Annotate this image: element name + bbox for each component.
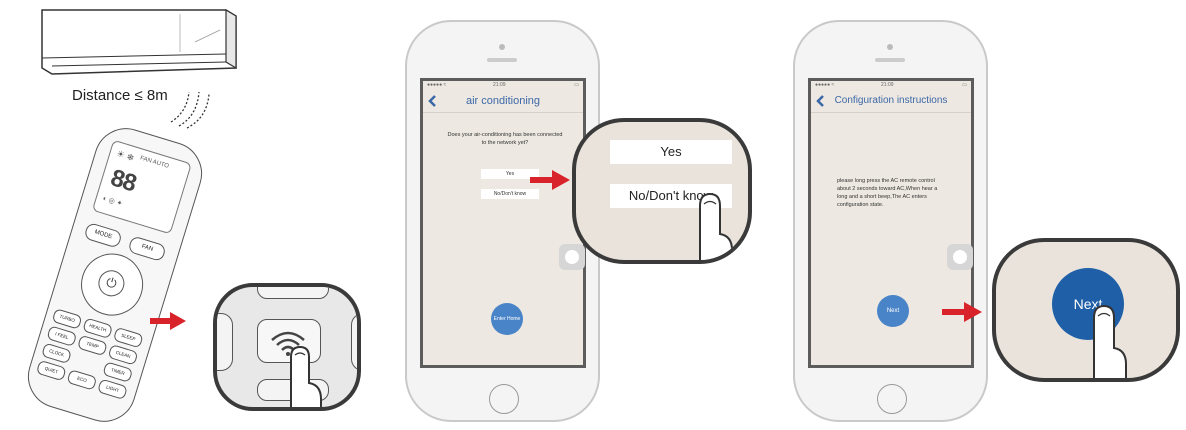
phone-step3: ●●●●● ≈ 21:09 ▭ Configuration instructio… xyxy=(793,20,988,422)
home-button-icon[interactable] xyxy=(489,384,519,414)
status-time: 21:09 xyxy=(493,82,506,88)
air-conditioner-icon xyxy=(41,8,237,75)
navbar: Configuration instructions xyxy=(811,90,971,113)
phone-speaker xyxy=(887,44,893,50)
phone-step2: ●●●●● ≈ 21:09 ▭ air conditioning Does yo… xyxy=(405,20,600,422)
options-zoom: Yes No/Don't know xyxy=(572,118,752,264)
phone-screen-step2: ●●●●● ≈ 21:09 ▭ air conditioning Does yo… xyxy=(420,78,586,368)
assistive-touch[interactable] xyxy=(947,244,973,270)
next-button[interactable]: Next xyxy=(877,295,909,327)
air-conditioner-unit xyxy=(30,2,250,82)
page-title: Configuration instructions xyxy=(834,95,948,106)
instruction-text: please long press the AC remote control … xyxy=(837,178,938,208)
finger-icon xyxy=(692,190,736,260)
status-time: 21:09 xyxy=(881,82,894,88)
status-bar: ●●●●● ≈ 21:09 ▭ xyxy=(815,82,967,88)
arrow-right-icon xyxy=(942,302,982,322)
finger-icon xyxy=(281,343,325,407)
enter-home-button[interactable]: Enter Home xyxy=(491,303,523,335)
power-button[interactable]: ⏻ xyxy=(95,267,128,300)
phone-speaker xyxy=(499,44,505,50)
arrow-right-icon xyxy=(150,312,186,330)
navbar: air conditioning xyxy=(423,90,583,113)
zoom-option-yes[interactable]: Yes xyxy=(610,140,732,164)
finger-icon xyxy=(1086,302,1130,378)
option-no-dont-know[interactable]: No/Don't know xyxy=(481,189,539,199)
distance-label: Distance ≤ 8m xyxy=(72,87,168,104)
wifi-button-zoom xyxy=(213,283,361,411)
phone-screen-step3: ●●●●● ≈ 21:09 ▭ Configuration instructio… xyxy=(808,78,974,368)
arrow-right-icon xyxy=(530,170,570,190)
question-text: Does your air-conditioning has been conn… xyxy=(447,132,563,146)
home-button-icon[interactable] xyxy=(877,384,907,414)
signal-waves-icon xyxy=(165,70,215,130)
assistive-touch[interactable] xyxy=(559,244,585,270)
status-bar: ●●●●● ≈ 21:09 ▭ xyxy=(427,82,579,88)
remote-control: 88 FAN AUTO ☀ ❄ ◐ ◎ ✦ MODE FAN ⏻ TURBO H… xyxy=(20,120,210,430)
next-button-zoom: Next xyxy=(992,238,1180,382)
page-title: air conditioning xyxy=(466,95,540,107)
